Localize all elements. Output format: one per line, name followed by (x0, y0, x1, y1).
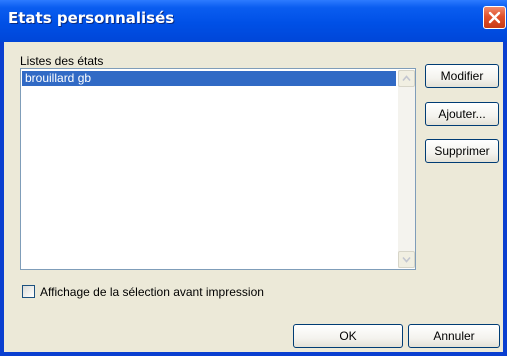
cancel-button[interactable]: Annuler (408, 324, 500, 348)
dialog-body: Listes des états brouillard gb Modifier … (4, 42, 503, 352)
close-button[interactable] (483, 6, 506, 29)
states-listbox[interactable]: brouillard gb (20, 68, 416, 270)
scroll-up-button[interactable] (398, 70, 415, 87)
window-title: Etats personnalisés (8, 9, 175, 27)
dialog-window: Etats personnalisés Listes des états bro… (0, 0, 507, 356)
list-item[interactable]: brouillard gb (22, 71, 396, 86)
modify-button[interactable]: Modifier (425, 64, 499, 88)
add-button[interactable]: Ajouter... (425, 102, 499, 126)
title-bar[interactable]: Etats personnalisés (0, 0, 507, 42)
scroll-down-arrow-icon (402, 256, 411, 263)
vertical-scrollbar[interactable] (398, 70, 415, 268)
delete-button[interactable]: Supprimer (425, 139, 499, 163)
ok-button[interactable]: OK (293, 324, 403, 348)
preview-checkbox-label[interactable]: Affichage de la sélection avant impressi… (40, 285, 264, 299)
scroll-up-arrow-icon (402, 75, 411, 82)
preview-checkbox[interactable] (22, 285, 35, 298)
list-label: Listes des états (20, 54, 104, 68)
close-icon (488, 11, 501, 24)
scroll-down-button[interactable] (398, 251, 415, 268)
